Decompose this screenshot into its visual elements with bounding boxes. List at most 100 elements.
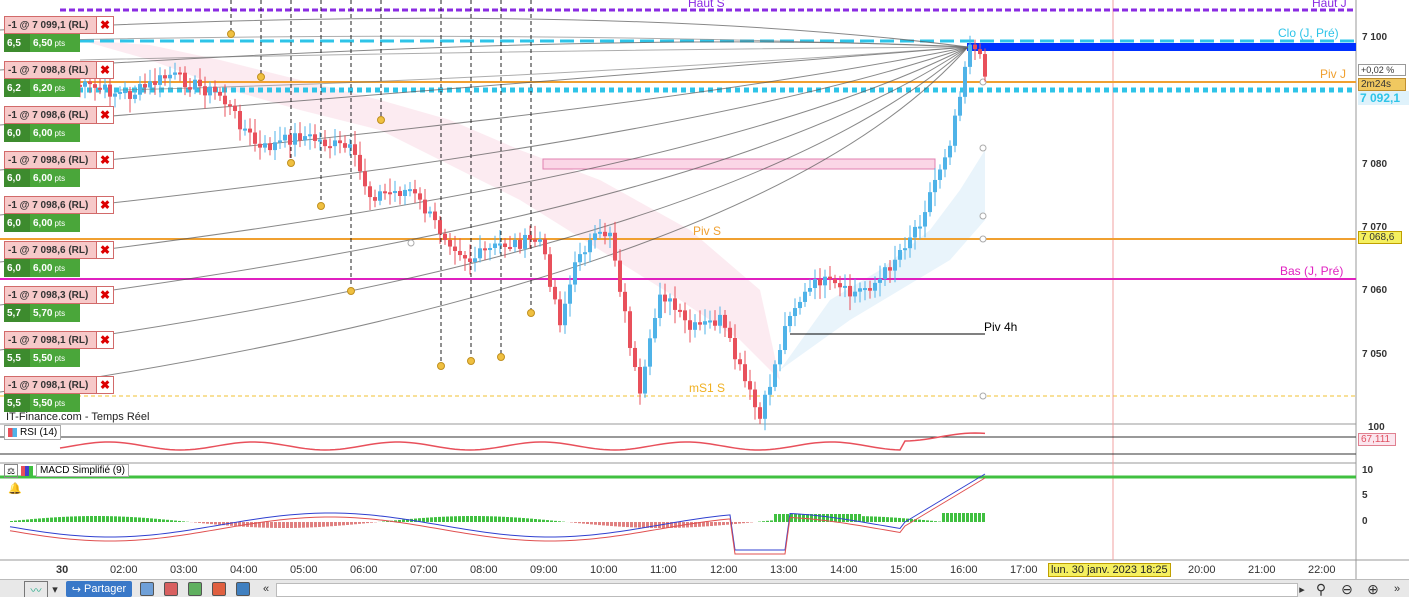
marker-dot: [979, 144, 987, 152]
candle-body: [333, 140, 337, 147]
macd-bar: [946, 513, 949, 522]
order-panel[interactable]: -1 @ 7 098,3 (RL) ✖ 5,7 5,70 pts: [4, 286, 114, 322]
candle-body: [443, 233, 447, 241]
candle-body: [843, 285, 847, 288]
macd-bar: [50, 517, 53, 522]
macd-bar: [542, 519, 545, 522]
candle-body: [798, 301, 802, 309]
change-tag: +0,02 %: [1358, 64, 1406, 76]
bell-icon[interactable]: 🔔: [8, 482, 22, 495]
macd-bar: [690, 522, 693, 528]
close-order-icon[interactable]: ✖: [96, 197, 113, 213]
marker-dot: [527, 309, 535, 317]
level-piv-s: Piv S: [693, 224, 722, 238]
chart-type-icon[interactable]: 〰: [24, 581, 48, 597]
candle-body: [543, 239, 547, 255]
candle-body: [833, 278, 837, 284]
order-points: 5,50 pts: [30, 349, 80, 367]
scroll-end-icon[interactable]: »: [1388, 581, 1406, 597]
close-order-icon[interactable]: ✖: [96, 17, 113, 33]
zoom-in-icon[interactable]: ⊕: [1364, 581, 1382, 597]
order-points-value: 6,00: [33, 127, 53, 139]
order-label: -1 @ 7 098,6 (RL): [8, 199, 89, 211]
order-label: -1 @ 7 098,6 (RL): [8, 154, 89, 166]
rsi-panel-label[interactable]: RSI (14): [4, 425, 62, 440]
macd-bar: [202, 522, 205, 524]
level-ms1-s: mS1 S: [689, 381, 726, 395]
candle-body: [168, 74, 172, 79]
price-tick-cut: 100: [1368, 422, 1385, 433]
order-qty: 5,7: [4, 304, 30, 322]
order-panel[interactable]: -1 @ 7 098,6 (RL) ✖ 6,0 6,00 pts: [4, 241, 114, 277]
candle-body: [498, 243, 502, 246]
close-order-icon[interactable]: ✖: [96, 332, 113, 348]
collapse-icon[interactable]: «: [260, 581, 272, 597]
close-order-icon[interactable]: ✖: [96, 107, 113, 123]
candle-body: [903, 248, 907, 251]
macd-panel-label[interactable]: ⚖ MACD Simplifié (9): [4, 463, 130, 478]
candle-body: [398, 191, 402, 196]
candle-body: [618, 260, 622, 292]
macd-bar: [766, 520, 769, 522]
macd-bar: [342, 522, 345, 526]
alert-icon[interactable]: [236, 582, 250, 596]
macd-bar: [610, 522, 613, 527]
candle-body: [348, 144, 352, 148]
macd-bar: [318, 522, 321, 527]
macd-bar: [934, 521, 937, 522]
order-points-value: 6,20: [33, 82, 53, 94]
order-points-unit: pts: [54, 308, 66, 318]
zoom-fit-icon[interactable]: ⚲: [1312, 581, 1330, 597]
macd-bar: [638, 522, 641, 528]
candle-body: [518, 239, 522, 249]
candle-body: [548, 254, 552, 287]
order-panel[interactable]: -1 @ 7 098,1 (RL) ✖ 5,5 5,50 pts: [4, 376, 114, 412]
horizontal-scrollbar[interactable]: [276, 583, 1298, 597]
macd-bar: [38, 518, 41, 522]
order-panel[interactable]: -1 @ 7 099,1 (RL) ✖ 6,5 6,50 pts: [4, 16, 114, 52]
macd-bar: [866, 516, 869, 522]
chart-type-dropdown-icon[interactable]: ▾: [50, 581, 60, 597]
macd-bar: [118, 516, 121, 522]
candle-body: [673, 298, 677, 310]
candle-body: [303, 136, 307, 141]
candle-body: [638, 367, 642, 394]
candle-body: [938, 169, 942, 180]
order-panel[interactable]: -1 @ 7 098,6 (RL) ✖ 6,0 6,00 pts: [4, 151, 114, 187]
order-panel[interactable]: -1 @ 7 098,6 (RL) ✖ 6,0 6,00 pts: [4, 106, 114, 142]
macd-axis-tick: 0: [1362, 516, 1368, 527]
macd-bar: [74, 516, 77, 522]
candle-body: [488, 248, 492, 251]
macd-bar: [370, 522, 373, 523]
close-order-icon[interactable]: ✖: [96, 152, 113, 168]
scale-icon[interactable]: ⚖: [4, 463, 18, 478]
close-order-icon[interactable]: ✖: [96, 242, 113, 258]
price-chart[interactable]: [0, 0, 1409, 597]
candle-body: [218, 91, 222, 96]
candle-body: [438, 220, 442, 234]
candle-body: [473, 258, 477, 262]
layout-icon[interactable]: [212, 582, 226, 596]
save-icon[interactable]: [140, 582, 154, 596]
drawing-icon[interactable]: [188, 582, 202, 596]
order-panel[interactable]: -1 @ 7 098,8 (RL) ✖ 6,2 6,20 pts: [4, 61, 114, 97]
close-order-icon[interactable]: ✖: [96, 287, 113, 303]
candle-body: [663, 294, 667, 302]
close-order-icon[interactable]: ✖: [96, 377, 113, 393]
indicator-icon[interactable]: [164, 582, 178, 596]
candle-body: [958, 96, 962, 116]
candle-body: [523, 234, 527, 249]
order-panel[interactable]: -1 @ 7 098,6 (RL) ✖ 6,0 6,00 pts: [4, 196, 114, 232]
scroll-right-icon[interactable]: ▸: [1296, 581, 1308, 597]
macd-bar: [210, 522, 213, 525]
close-order-icon[interactable]: ✖: [96, 62, 113, 78]
candle-body: [273, 142, 277, 151]
candle-body: [403, 189, 407, 196]
share-button[interactable]: ↪ Partager: [66, 581, 132, 597]
price-tick: 7 060: [1362, 285, 1388, 296]
candle-body: [978, 49, 982, 55]
order-panel[interactable]: -1 @ 7 098,1 (RL) ✖ 5,5 5,50 pts: [4, 331, 114, 367]
candle-body: [298, 133, 302, 141]
zoom-out-icon[interactable]: ⊖: [1338, 581, 1356, 597]
macd-bar: [514, 517, 517, 522]
